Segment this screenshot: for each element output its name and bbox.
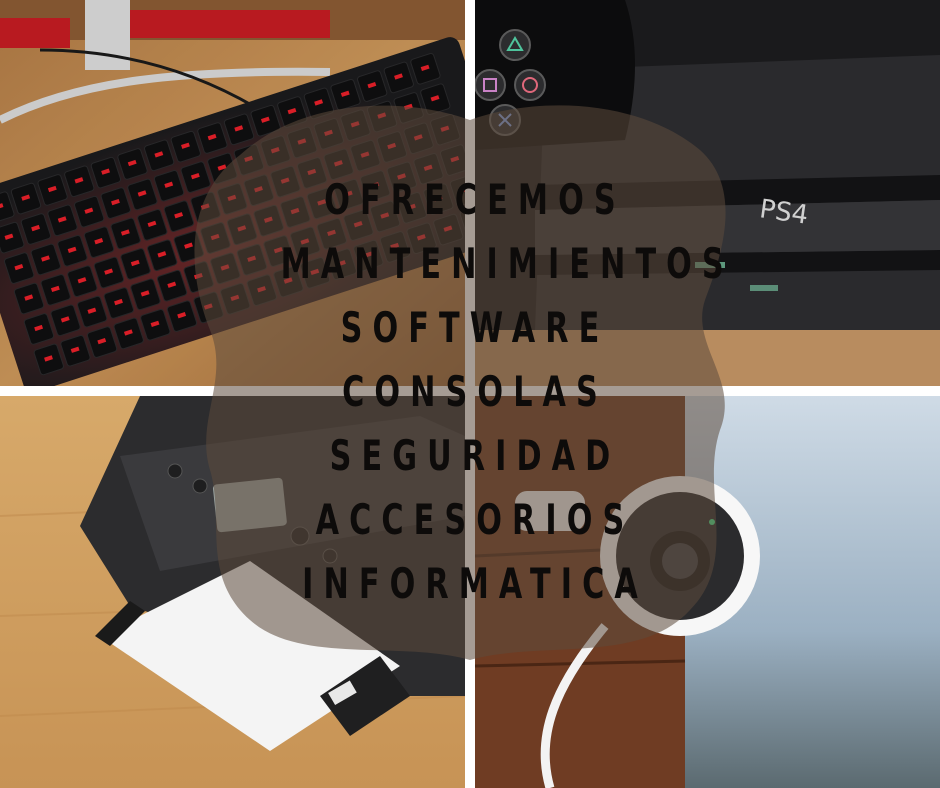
headline-offer: OFRECEMOS — [324, 175, 626, 224]
services-text: OFRECEMOS MANTENIMIENTOS SOFTWARE CONSOL… — [205, 168, 745, 616]
promo-poster: PS4 OFRECEMOS MANTENIMIENTOS SOFTWARE CO… — [0, 0, 940, 788]
service-maintenance: MANTENIMIENTOS — [280, 239, 734, 288]
service-it: INFORMATICA — [302, 559, 648, 608]
service-consoles: CONSOLAS — [342, 367, 608, 416]
service-security: SEGURIDAD — [329, 431, 621, 480]
service-software: SOFTWARE — [340, 303, 610, 352]
service-accessories: ACCESORIOS — [315, 495, 635, 544]
